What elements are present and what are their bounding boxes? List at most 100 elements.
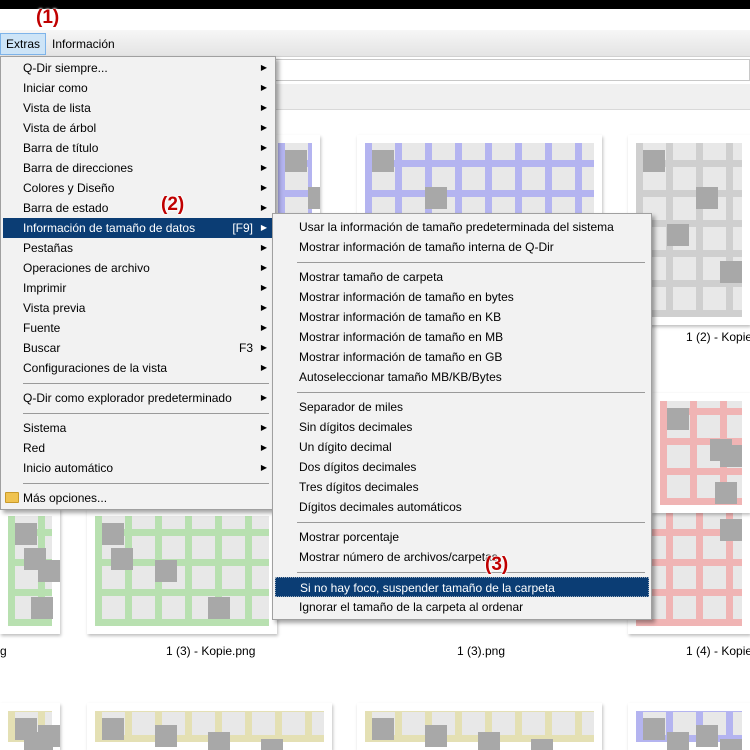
menu-separator [297,392,645,393]
menu-item-label: Imprimir [23,281,67,295]
extras-menu-item[interactable]: Buscar F3 ▶ [3,338,273,358]
extras-menu-item[interactable]: Inicio automático ▶ [3,458,273,478]
size-submenu-item[interactable]: Mostrar número de archivos/carpetas [275,547,649,567]
extras-menu-item[interactable]: Barra de direcciones ▶ [3,158,273,178]
extras-menu-item[interactable]: Barra de estado ▶ [3,198,273,218]
menu-separator [297,262,645,263]
submenu-arrow-icon: ▶ [260,323,267,332]
menu-item-label: Autoseleccionar tamaño MB/KB/Bytes [299,370,502,384]
menu-item-label: Fuente [23,321,61,335]
address-bar[interactable] [270,59,750,81]
menu-informacion[interactable]: Información [47,33,120,55]
submenu-arrow-icon: ▶ [260,163,267,172]
size-submenu-item[interactable]: Sin dígitos decimales [275,417,649,437]
extras-menu-item[interactable]: Pestañas ▶ [3,238,273,258]
menu-item-label: Sin dígitos decimales [299,420,413,434]
size-submenu-item[interactable]: Mostrar información de tamaño interna de… [275,237,649,257]
thumbnail-label: 1 (3) - Kopie.png [166,644,256,658]
image-thumbnail[interactable] [87,508,277,634]
extras-menu-item[interactable]: Iniciar como ▶ [3,78,273,98]
image-thumbnail[interactable] [628,703,750,750]
size-info-submenu: Usar la información de tamaño predetermi… [272,213,652,620]
submenu-arrow-icon: ▶ [260,303,267,312]
size-submenu-item[interactable]: Mostrar porcentaje [275,527,649,547]
menu-item-label: Inicio automático [23,461,114,475]
menu-item-label: Mostrar información de tamaño en GB [299,350,503,364]
menu-item-label: Barra de estado [23,201,109,215]
extras-menu-item[interactable]: Q-Dir siempre... ▶ [3,58,273,78]
size-submenu-item[interactable]: Un dígito decimal [275,437,649,457]
size-submenu-item[interactable]: Separador de miles [275,397,649,417]
folder-icon [5,492,19,503]
extras-menu-item[interactable]: Más opciones... [3,488,273,508]
extras-menu-item[interactable]: Información de tamaño de datos [F9] ▶ [3,218,273,238]
size-submenu-item[interactable]: Dígitos decimales automáticos [275,497,649,517]
extras-menu-item[interactable]: Red ▶ [3,438,273,458]
size-submenu-item[interactable]: Mostrar información de tamaño en bytes [275,287,649,307]
thumbnail-label: g [0,644,7,658]
extras-menu-item[interactable]: Operaciones de archivo ▶ [3,258,273,278]
submenu-arrow-icon: ▶ [260,183,267,192]
submenu-arrow-icon: ▶ [260,243,267,252]
menu-item-label: Barra de título [23,141,99,155]
size-submenu-item[interactable]: Ignorar el tamaño de la carpeta al orden… [275,597,649,617]
image-thumbnail[interactable] [652,393,750,513]
size-submenu-item[interactable]: Usar la información de tamaño predetermi… [275,217,649,237]
submenu-arrow-icon: ▶ [260,393,267,402]
extras-menu-item[interactable]: Imprimir ▶ [3,278,273,298]
menu-item-label: Usar la información de tamaño predetermi… [299,220,614,234]
extras-menu-item[interactable]: Fuente ▶ [3,318,273,338]
menu-item-label: Vista de árbol [23,121,97,135]
submenu-arrow-icon: ▶ [260,443,267,452]
menu-item-label: Red [23,441,46,455]
size-submenu-item[interactable]: Dos dígitos decimales [275,457,649,477]
size-submenu-item[interactable]: Mostrar información de tamaño en GB [275,347,649,367]
menu-item-label: Iniciar como [23,81,88,95]
size-submenu-item[interactable]: Autoseleccionar tamaño MB/KB/Bytes [275,367,649,387]
submenu-arrow-icon: ▶ [260,203,267,212]
extras-menu-item[interactable]: Vista de árbol ▶ [3,118,273,138]
menu-separator [23,413,269,414]
extras-menu-item[interactable]: Configuraciones de la vista ▶ [3,358,273,378]
extras-menu-item[interactable]: Sistema ▶ [3,418,273,438]
extras-menu-item[interactable]: Colores y Diseño ▶ [3,178,273,198]
image-thumbnail[interactable] [0,508,60,634]
menu-item-shortcut: [F9] [232,221,253,235]
menu-item-label: Tres dígitos decimales [299,480,419,494]
size-submenu-item[interactable]: Mostrar tamaño de carpeta [275,267,649,287]
submenu-arrow-icon: ▶ [260,123,267,132]
size-submenu-item[interactable]: Mostrar información de tamaño en MB [275,327,649,347]
menu-item-label: Configuraciones de la vista [23,361,168,375]
menu-separator [23,483,269,484]
menu-item-label: Q-Dir siempre... [23,61,108,75]
menu-item-label: Sistema [23,421,67,435]
menu-item-label: Vista previa [23,301,86,315]
size-submenu-item[interactable]: Mostrar información de tamaño en KB [275,307,649,327]
submenu-arrow-icon: ▶ [260,63,267,72]
extras-menu-item[interactable]: Barra de título ▶ [3,138,273,158]
size-submenu-item[interactable]: Si no hay foco, suspender tamaño de la c… [275,577,649,597]
extras-menu-item[interactable]: Q-Dir como explorador predeterminado ▶ [3,388,273,408]
image-thumbnail[interactable] [357,703,602,750]
menu-item-label: Vista de lista [23,101,91,115]
size-submenu-item[interactable]: Tres dígitos decimales [275,477,649,497]
menu-item-label: Más opciones... [23,491,108,505]
submenu-arrow-icon: ▶ [260,423,267,432]
menu-item-label: Pestañas [23,241,74,255]
menu-separator [23,383,269,384]
extras-menu-item[interactable]: Vista previa ▶ [3,298,273,318]
menu-item-label: Dos dígitos decimales [299,460,417,474]
menu-item-label: Mostrar tamaño de carpeta [299,270,444,284]
image-thumbnail[interactable] [87,703,332,750]
thumbnail-label: 1 (3).png [457,644,506,658]
thumbnail-label: 1 (2) - Kopie [686,330,750,344]
submenu-arrow-icon: ▶ [260,143,267,152]
image-thumbnail[interactable] [0,703,60,750]
menu-extras[interactable]: Extras [0,33,47,55]
menu-item-label: Colores y Diseño [23,181,115,195]
menu-item-label: Buscar [23,341,61,355]
menu-item-label: Separador de miles [299,400,404,414]
submenu-arrow-icon: ▶ [260,343,267,352]
submenu-arrow-icon: ▶ [260,223,267,232]
extras-menu-item[interactable]: Vista de lista ▶ [3,98,273,118]
